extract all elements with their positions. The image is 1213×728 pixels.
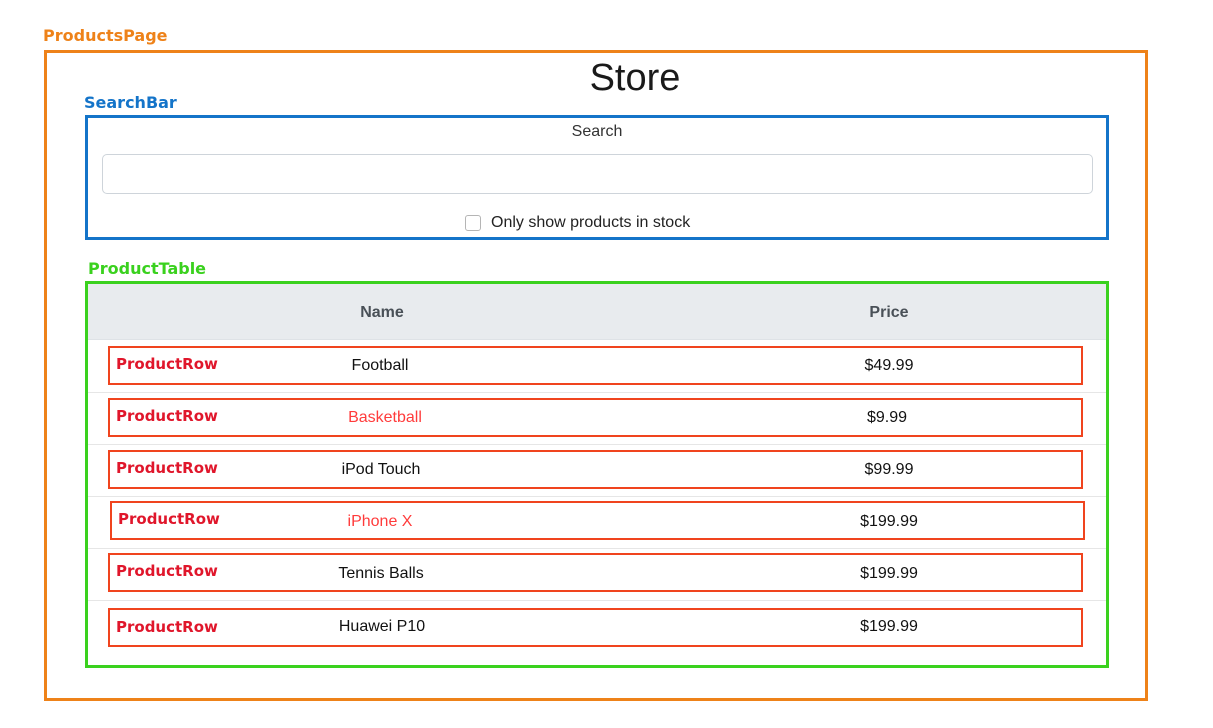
product-table-label: ProductTable [88,259,207,278]
search-field-label: Search [571,123,623,140]
product-name: Huawei P10 [338,618,426,635]
row-divider [88,392,1106,393]
product-row-label: ProductRow [116,562,218,580]
product-name-out-of-stock: Basketball [348,409,422,426]
product-row-label: ProductRow [116,355,218,373]
product-price: $99.99 [864,461,914,478]
product-row-label: ProductRow [116,459,218,477]
row-divider [88,600,1106,601]
search-bar-label: SearchBar [84,93,177,112]
product-name: Tennis Balls [338,565,424,582]
column-header-name[interactable]: Name [360,304,404,322]
product-row-outline [108,608,1083,647]
product-row-label: ProductRow [116,407,218,425]
column-header-price[interactable]: Price [869,304,908,322]
product-row-outline [110,501,1085,540]
product-row-outline [108,450,1083,489]
product-name: Football [351,357,409,374]
product-price: $199.99 [860,618,918,635]
product-row-outline [108,346,1083,385]
product-price: $9.99 [866,409,908,426]
product-row-label: ProductRow [116,618,218,636]
product-price: $199.99 [860,565,918,582]
in-stock-only-label[interactable]: Only show products in stock [491,213,690,233]
product-row-label: ProductRow [118,510,220,528]
product-row-outline [108,553,1083,592]
row-divider [88,496,1106,497]
product-row-outline [108,398,1083,437]
product-price: $199.99 [860,513,918,530]
products-page-label: ProductsPage [43,26,168,45]
table-header: Name Price [88,284,1106,340]
product-price: $49.99 [864,357,914,374]
product-name: iPod Touch [341,461,421,478]
row-divider [88,444,1106,445]
page-title: Store [589,57,681,99]
row-divider [88,548,1106,549]
search-input[interactable] [102,154,1093,194]
in-stock-only-checkbox[interactable] [465,215,481,231]
product-name-out-of-stock: iPhone X [347,513,413,530]
